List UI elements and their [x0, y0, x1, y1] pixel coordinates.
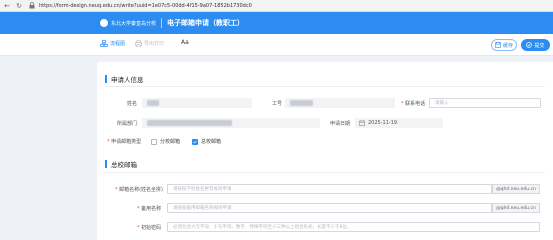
header-divider — [161, 18, 163, 28]
section-divider — [105, 172, 545, 173]
browser-address-bar: ← ↻ https://form-design.neuq.edu.cn/writ… — [0, 0, 553, 12]
checkbox-checked[interactable] — [192, 138, 199, 145]
hq-section-heading: 总校邮箱 — [105, 159, 137, 169]
lock-icon — [28, 2, 36, 10]
submit-button[interactable]: 提交 — [521, 39, 550, 51]
name-label: 姓名 — [127, 101, 138, 107]
dept-field: ██████████████████████ — [142, 118, 320, 128]
mailbox-name-input[interactable]: 请按照学校姓名拼音规则申请 — [167, 184, 492, 194]
checkbox-unchecked[interactable] — [151, 138, 157, 145]
reload-icon[interactable]: ↻ — [14, 1, 24, 11]
checkmark-icon — [193, 140, 197, 143]
mailbox-name-label: * 邮箱名称(姓名全拼) — [115, 187, 163, 193]
section-divider — [105, 86, 545, 87]
back-icon[interactable]: ← — [2, 1, 12, 11]
dept-label: 所属部门 — [117, 121, 138, 127]
phone-label: * 联系电话 — [401, 101, 426, 107]
calendar-icon — [359, 120, 365, 126]
url-text[interactable]: https://form-design.neuq.edu.cn/write?uu… — [39, 3, 252, 9]
section-accent-bar — [105, 160, 107, 168]
mailbox-domain-suffix: @qhd.neu.edu.cn — [492, 184, 540, 194]
printer-icon — [135, 40, 142, 47]
mail-type-options: 分校邮箱 总校邮箱 — [151, 138, 233, 145]
org-name: 东北大学秦皇岛分校 — [111, 20, 157, 27]
form-card: 申请人信息 姓名 ███ 工号 ██████ * 联系电话 请输入 所属部门 █… — [97, 62, 553, 240]
flow-chart-icon — [100, 40, 108, 47]
font-size-button[interactable]: Aa — [181, 39, 189, 46]
backup-domain-suffix: @qhd.neu.edu.cn — [492, 203, 540, 213]
save-icon — [495, 42, 501, 48]
staff-id-field: ██████ — [285, 98, 395, 108]
option-hq-mailbox[interactable]: 总校邮箱 — [192, 138, 221, 145]
section-accent-bar — [105, 75, 107, 83]
backup-name-input[interactable]: 请按照备用邮箱名称规则申请 — [167, 203, 492, 213]
toolbar: 流程图 导出打印 Aa 缓存 提交 — [0, 34, 553, 56]
page-title: 电子邮箱申请（教职工） — [167, 19, 245, 27]
app-header: 东北大学秦皇岛分校 电子邮箱申请（教职工） — [0, 12, 553, 34]
university-emblem-icon — [100, 19, 108, 27]
university-logo: 东北大学秦皇岛分校 — [100, 19, 156, 27]
name-field: ███ — [142, 98, 252, 108]
flow-chart-button[interactable]: 流程图 — [100, 40, 125, 47]
option-branch-mailbox[interactable]: 分校邮箱 — [151, 138, 180, 145]
phone-input[interactable]: 请输入 — [429, 98, 541, 108]
backup-name-label: * 备用名称 — [137, 206, 162, 212]
export-print-button[interactable]: 导出打印 — [135, 40, 164, 47]
password-input[interactable]: 必须包含大写字母、小写字母、数字、特殊字符至少三种以上组合形式，长度不少于8位。 — [167, 222, 540, 232]
applicant-section-heading: 申请人信息 — [105, 74, 144, 84]
date-label: 申请日期 — [330, 121, 351, 127]
staff-id-label: 工号 — [272, 101, 283, 107]
mail-type-label: * 申请邮箱类型 — [107, 139, 142, 145]
date-field: 2025-11-19 — [355, 118, 443, 128]
submit-icon — [526, 42, 533, 48]
save-draft-button[interactable]: 缓存 — [491, 39, 517, 51]
password-label: * 初始密码 — [137, 225, 162, 231]
